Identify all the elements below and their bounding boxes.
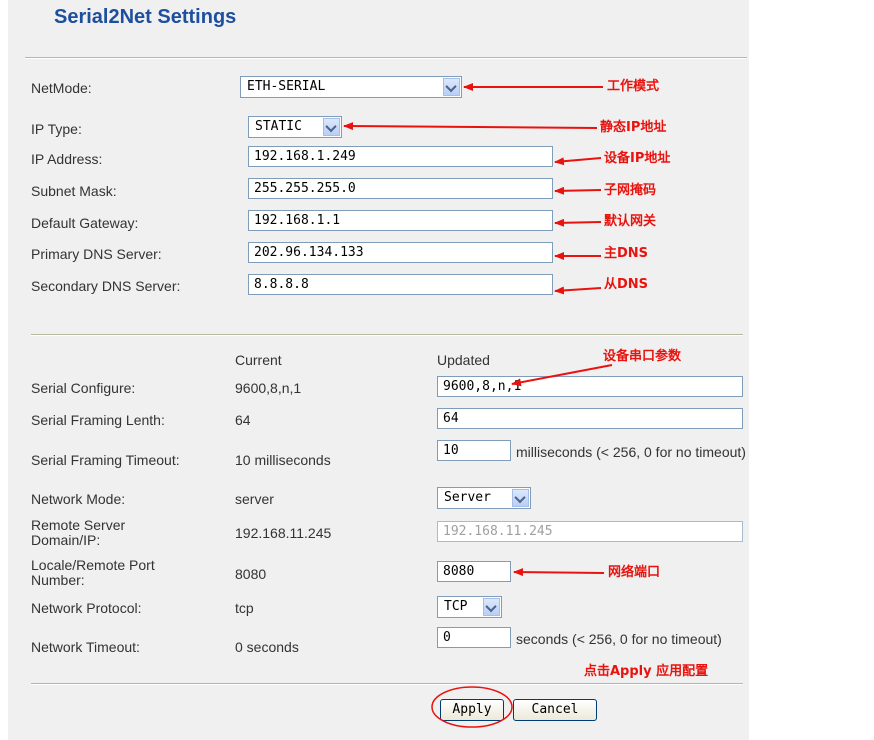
primary-dns-label: Primary DNS Server: bbox=[31, 246, 162, 262]
framing-length-label: Serial Framing Lenth: bbox=[31, 412, 165, 428]
chevron-down-icon bbox=[483, 598, 500, 616]
network-mode-select[interactable]: Server bbox=[437, 487, 531, 509]
serial-configure-label: Serial Configure: bbox=[31, 380, 136, 396]
cancel-button[interactable]: Cancel bbox=[513, 699, 597, 721]
remote-server-input[interactable]: 192.168.11.245 bbox=[437, 521, 743, 542]
subnet-mask-label: Subnet Mask: bbox=[31, 183, 117, 199]
network-timeout-label: Network Timeout: bbox=[31, 639, 140, 655]
ip-type-select-value: STATIC bbox=[255, 119, 302, 134]
annotation-ip-address: 设备IP地址 bbox=[604, 151, 671, 166]
ip-address-label: IP Address: bbox=[31, 151, 103, 167]
primary-dns-input[interactable]: 202.96.134.133 bbox=[248, 242, 553, 263]
network-protocol-select[interactable]: TCP bbox=[437, 596, 502, 618]
annotation-ip-type: 静态IP地址 bbox=[600, 120, 667, 135]
apply-button[interactable]: Apply bbox=[440, 699, 504, 721]
serial-configure-input[interactable]: 9600,8,n,1 bbox=[437, 376, 743, 397]
port-number-input[interactable]: 8080 bbox=[437, 561, 511, 582]
netmode-select[interactable]: ETH-SERIAL bbox=[240, 76, 462, 98]
network-mode-select-value: Server bbox=[444, 490, 491, 505]
chevron-down-icon bbox=[443, 78, 460, 96]
port-number-label: Locale/Remote Port Number: bbox=[31, 557, 155, 588]
ip-type-label: IP Type: bbox=[31, 121, 82, 137]
framing-length-current: 64 bbox=[235, 412, 251, 428]
secondary-dns-label: Secondary DNS Server: bbox=[31, 278, 181, 294]
network-protocol-label: Network Protocol: bbox=[31, 600, 142, 616]
remote-server-current: 192.168.11.245 bbox=[235, 525, 332, 541]
network-protocol-select-value: TCP bbox=[444, 599, 468, 614]
chevron-down-icon bbox=[323, 118, 340, 136]
network-timeout-note: seconds (< 256, 0 for no timeout) bbox=[516, 631, 722, 647]
annotation-serial-params: 设备串口参数 bbox=[603, 349, 682, 364]
annotation-gateway: 默认网关 bbox=[604, 214, 657, 229]
serial-configure-current: 9600,8,n,1 bbox=[235, 380, 302, 396]
subnet-mask-input[interactable]: 255.255.255.0 bbox=[248, 178, 553, 199]
gateway-label: Default Gateway: bbox=[31, 215, 139, 231]
network-mode-current: server bbox=[235, 491, 274, 507]
secondary-dns-input[interactable]: 8.8.8.8 bbox=[248, 274, 553, 295]
network-protocol-current: tcp bbox=[235, 600, 254, 616]
settings-panel bbox=[8, 0, 749, 740]
column-header-updated: Updated bbox=[437, 352, 490, 368]
netmode-label: NetMode: bbox=[31, 80, 92, 96]
gateway-input[interactable]: 192.168.1.1 bbox=[248, 210, 553, 231]
framing-timeout-note: milliseconds (< 256, 0 for no timeout) bbox=[516, 444, 746, 460]
chevron-down-icon bbox=[512, 489, 529, 507]
column-header-current: Current bbox=[235, 352, 282, 368]
annotation-apply-hint: 点击Apply 应用配置 bbox=[584, 664, 709, 679]
netmode-select-value: ETH-SERIAL bbox=[247, 79, 326, 94]
ip-type-select[interactable]: STATIC bbox=[248, 116, 342, 138]
annotation-port: 网络端口 bbox=[608, 565, 661, 580]
page-title: Serial2Net Settings bbox=[54, 6, 237, 28]
divider-top bbox=[25, 57, 747, 59]
annotation-netmode: 工作模式 bbox=[607, 79, 660, 94]
port-number-current: 8080 bbox=[235, 566, 267, 582]
divider-middle bbox=[31, 334, 743, 336]
annotation-secondary-dns: 从DNS bbox=[604, 277, 649, 292]
framing-timeout-current: 10 milliseconds bbox=[235, 452, 331, 468]
annotation-primary-dns: 主DNS bbox=[604, 246, 649, 261]
framing-length-input[interactable]: 64 bbox=[437, 408, 743, 429]
remote-server-label: Remote Server Domain/IP: bbox=[31, 517, 126, 548]
framing-timeout-label: Serial Framing Timeout: bbox=[31, 452, 180, 468]
ip-address-input[interactable]: 192.168.1.249 bbox=[248, 146, 553, 167]
divider-bottom bbox=[31, 683, 743, 685]
network-mode-label: Network Mode: bbox=[31, 491, 126, 507]
annotation-subnet-mask: 子网掩码 bbox=[604, 183, 657, 198]
network-timeout-current: 0 seconds bbox=[235, 639, 299, 655]
